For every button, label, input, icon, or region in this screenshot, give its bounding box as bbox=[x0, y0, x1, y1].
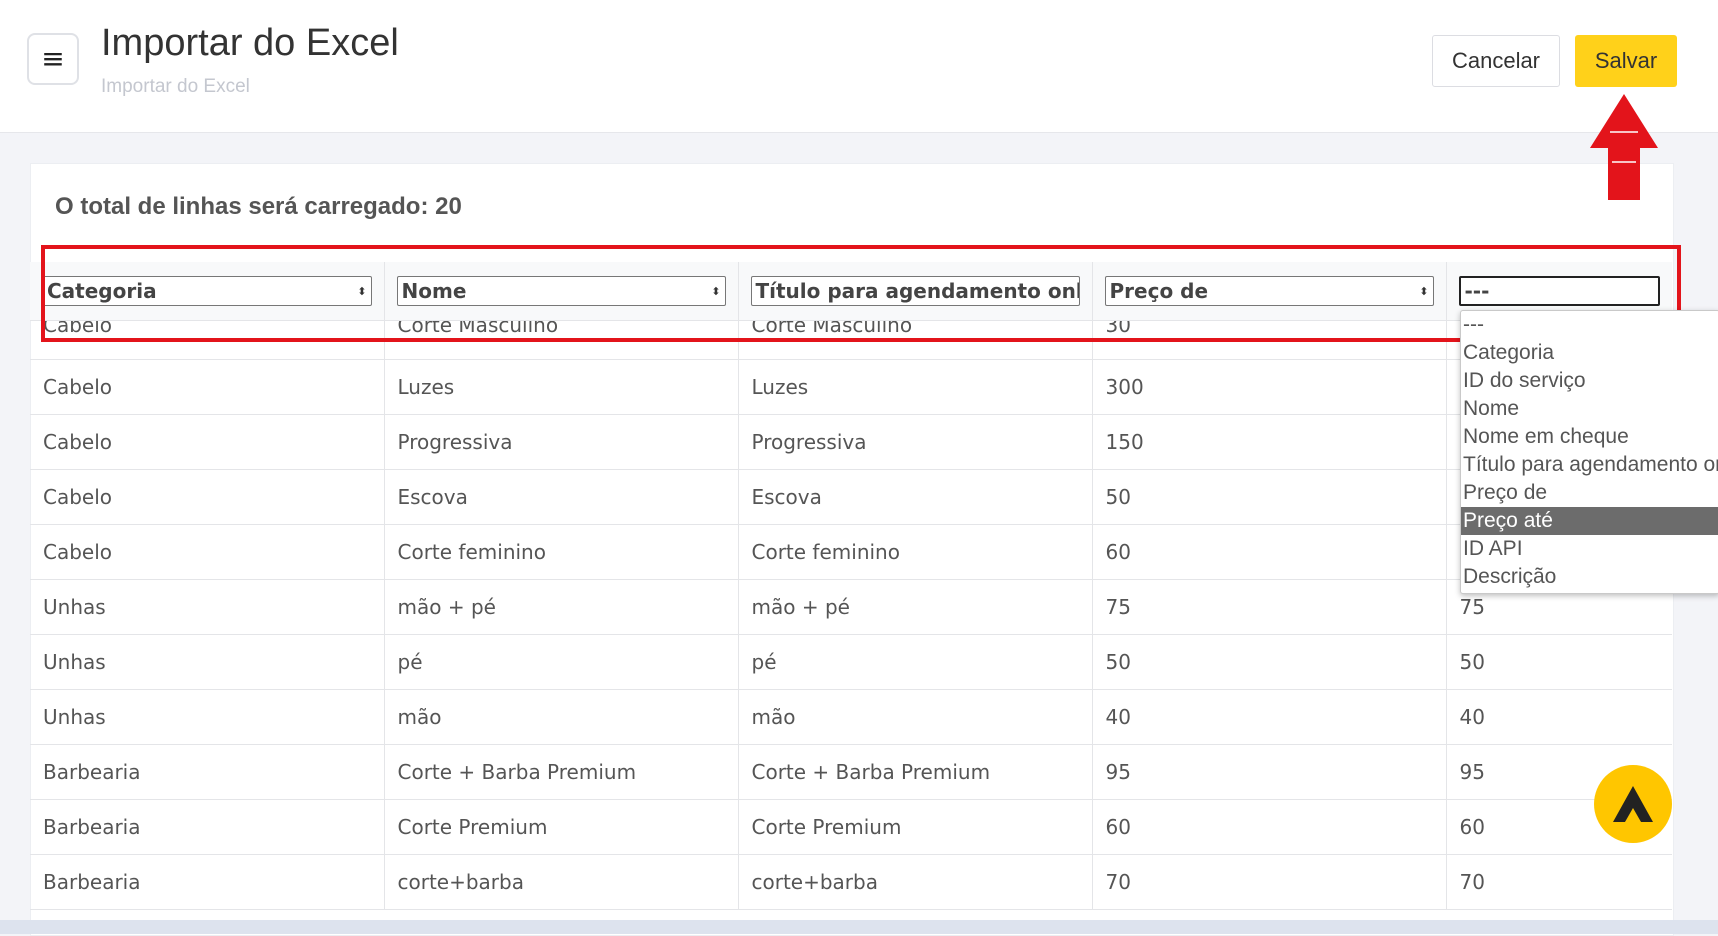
table-cell: 70 bbox=[1092, 854, 1447, 910]
table-cell: 50 bbox=[1446, 634, 1672, 690]
table-cell: Corte feminino bbox=[384, 524, 739, 580]
table-cell: 60 bbox=[1092, 799, 1447, 855]
dropdown-option[interactable]: Preço até bbox=[1461, 507, 1718, 535]
table-cell: corte+barba bbox=[384, 854, 739, 910]
total-rows-text: O total de linhas será carregado: 20 bbox=[55, 193, 462, 220]
table-cell: Corte + Barba Premium bbox=[738, 744, 1093, 800]
save-button[interactable]: Salvar bbox=[1575, 35, 1677, 87]
column-select-dropdown[interactable]: --- Categoria ID do serviço Nome Nome em che… bbox=[1460, 310, 1718, 594]
dropdown-option[interactable]: Nome bbox=[1461, 395, 1718, 423]
table-cell: Luzes bbox=[738, 359, 1093, 415]
table-cell: Cabelo bbox=[30, 524, 385, 580]
brand-logo-icon bbox=[1613, 786, 1653, 822]
table-row: Unhas pé pé 50 50 bbox=[30, 634, 1672, 690]
table-cell: Corte + Barba Premium bbox=[384, 744, 739, 800]
table-row: Barbearia Corte + Barba Premium Corte + Ba… bbox=[30, 744, 1672, 800]
menu-button[interactable]: ≡ bbox=[27, 33, 79, 85]
import-table: Categoria ⬍ Nome ⬍ Título para agendamento… bbox=[30, 262, 1672, 910]
table-cell: pé bbox=[384, 634, 739, 690]
table-cell: pé bbox=[738, 634, 1093, 690]
table-row: CabeloLuzesLuzes300300 bbox=[30, 359, 1672, 415]
hamburger-icon: ≡ bbox=[41, 42, 65, 75]
dropdown-option[interactable]: ID API bbox=[1461, 535, 1718, 563]
page-header: ≡ Importar do Excel Importar do Excel Ca… bbox=[0, 0, 1718, 133]
table-cell: Progressiva bbox=[384, 414, 739, 470]
table-cell: Cabelo bbox=[30, 359, 385, 415]
table-cell: Barbearia bbox=[30, 744, 385, 800]
table-cell: Luzes bbox=[384, 359, 739, 415]
table-cell: Cabelo bbox=[30, 469, 385, 525]
table-row: CabeloCorte femininoCorte feminino6060 bbox=[30, 524, 1672, 580]
annotation-arrow-icon bbox=[1588, 92, 1660, 206]
table-cell: corte+barba bbox=[738, 854, 1093, 910]
table-cell: Unhas bbox=[30, 579, 385, 635]
table-cell: 150 bbox=[1092, 414, 1447, 470]
table-cell: 70 bbox=[1446, 854, 1672, 910]
table-cell: Corte Premium bbox=[384, 799, 739, 855]
table-cell: 50 bbox=[1092, 634, 1447, 690]
dropdown-option[interactable]: Categoria bbox=[1461, 339, 1718, 367]
table-cell: 40 bbox=[1446, 689, 1672, 745]
table-cell: Barbearia bbox=[30, 854, 385, 910]
table-cell: mão bbox=[738, 689, 1093, 745]
cancel-button[interactable]: Cancelar bbox=[1432, 35, 1560, 87]
table-cell: mão bbox=[384, 689, 739, 745]
dropdown-option[interactable]: Título para agendamento online bbox=[1461, 451, 1718, 479]
table-row: Barbearia corte+barba corte+barba 70 70 bbox=[30, 854, 1672, 910]
dropdown-option[interactable]: --- bbox=[1461, 311, 1718, 339]
brand-logo-button[interactable] bbox=[1594, 765, 1672, 843]
table-cell: Corte feminino bbox=[738, 524, 1093, 580]
table-cell: 75 bbox=[1092, 579, 1447, 635]
table-cell: Unhas bbox=[30, 689, 385, 745]
table-cell: Cabelo bbox=[30, 414, 385, 470]
table-cell: 40 bbox=[1092, 689, 1447, 745]
table-row: Barbearia Corte Premium Corte Premium 60 60 bbox=[30, 799, 1672, 855]
table-cell: Unhas bbox=[30, 634, 385, 690]
dropdown-option[interactable]: Nome em cheque bbox=[1461, 423, 1718, 451]
table-row: CabeloEscovaEscova5050 bbox=[30, 469, 1672, 525]
bottom-scroll-strip bbox=[0, 920, 1718, 934]
annotation-highlight-box bbox=[41, 245, 1681, 342]
breadcrumb[interactable]: Importar do Excel bbox=[101, 76, 250, 98]
table-cell: 95 bbox=[1092, 744, 1447, 800]
dropdown-option[interactable]: Preço de bbox=[1461, 479, 1718, 507]
table-cell: Corte Premium bbox=[738, 799, 1093, 855]
table-cell: Escova bbox=[738, 469, 1093, 525]
table-cell: 300 bbox=[1092, 359, 1447, 415]
dropdown-option[interactable]: Descrição bbox=[1461, 563, 1718, 591]
table-cell: Progressiva bbox=[738, 414, 1093, 470]
table-cell: Escova bbox=[384, 469, 739, 525]
table-cell: mão + pé bbox=[384, 579, 739, 635]
table-row: CabeloProgressivaProgressiva150150 bbox=[30, 414, 1672, 470]
table-row: Unhas mão mão 40 40 bbox=[30, 689, 1672, 745]
table-cell: 50 bbox=[1092, 469, 1447, 525]
page-title: Importar do Excel bbox=[101, 22, 399, 64]
table-row: Unhas mão + pé mão + pé 75 75 bbox=[30, 579, 1672, 635]
table-cell: mão + pé bbox=[738, 579, 1093, 635]
dropdown-option[interactable]: ID do serviço bbox=[1461, 367, 1718, 395]
table-cell: Barbearia bbox=[30, 799, 385, 855]
table-cell: 60 bbox=[1092, 524, 1447, 580]
